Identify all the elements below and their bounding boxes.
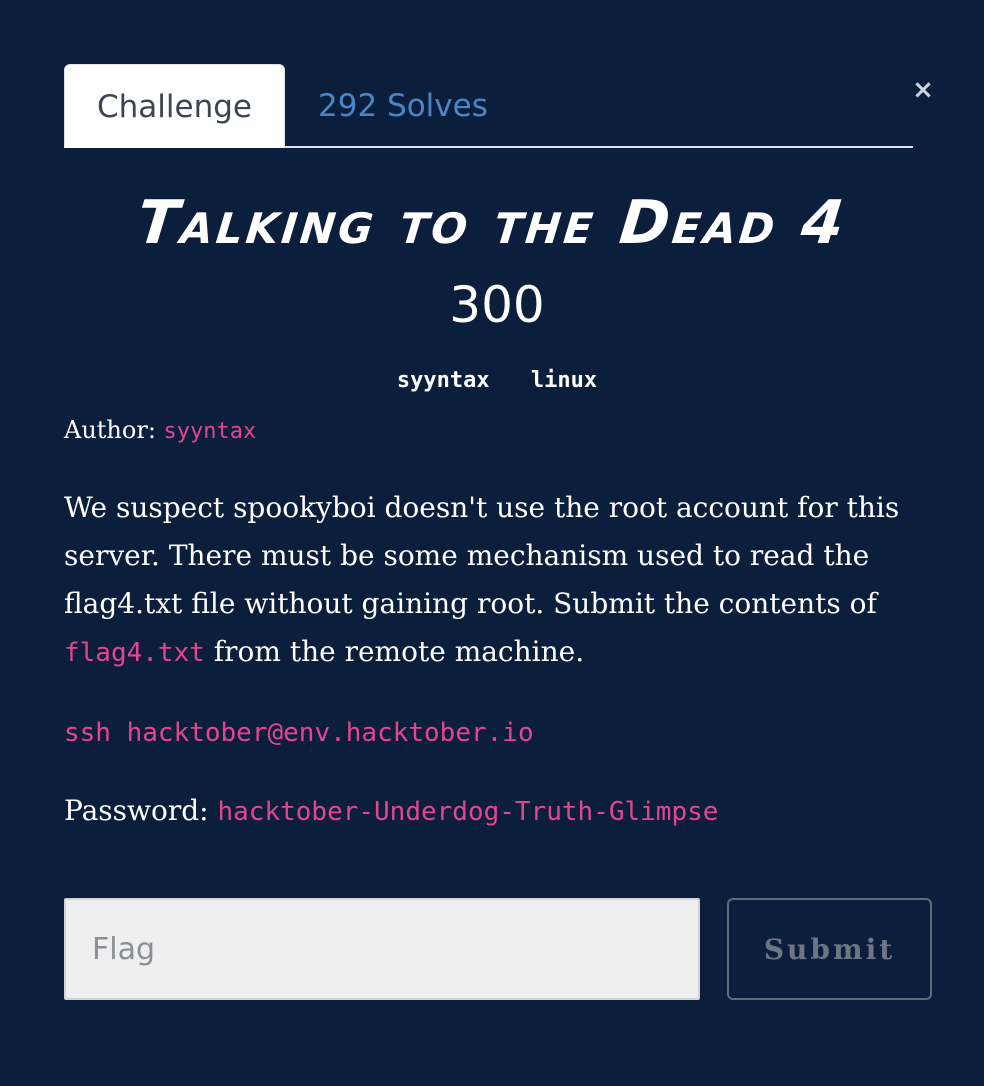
challenge-modal: Challenge 292 Solves × Talking to the De…: [0, 0, 984, 1086]
close-icon[interactable]: ×: [911, 77, 935, 103]
description-code: flag4.txt: [64, 638, 205, 668]
tag: linux: [530, 368, 598, 393]
author-line: Author: syyntax: [64, 414, 256, 448]
description-text: We suspect spookyboi doesn't use the roo…: [64, 491, 900, 620]
password-value: hacktober-Underdog-Truth-Glimpse: [217, 797, 719, 827]
challenge-tags: syyntax linux: [64, 364, 930, 398]
submit-button[interactable]: Submit: [727, 898, 932, 1000]
challenge-title: Talking to the Dead 4: [133, 188, 851, 258]
tab-challenge[interactable]: Challenge: [64, 64, 285, 148]
tab-solves-label: 292 Solves: [318, 88, 488, 124]
tab-bar: Challenge 292 Solves: [64, 64, 913, 148]
password-line: Password: hacktober-Underdog-Truth-Glimp…: [64, 790, 718, 833]
description-text-end: from the remote machine.: [204, 635, 585, 668]
password-label: Password:: [64, 794, 209, 827]
ssh-command: ssh hacktober@env.hacktober.io: [64, 718, 534, 748]
author-name: syyntax: [163, 419, 257, 444]
flag-input[interactable]: [64, 898, 700, 1000]
tab-challenge-label: Challenge: [97, 88, 252, 125]
tab-solves[interactable]: 292 Solves: [300, 64, 500, 148]
tag: syyntax: [396, 368, 490, 393]
challenge-points: 300: [449, 276, 545, 334]
challenge-description: We suspect spookyboi doesn't use the roo…: [64, 484, 920, 677]
author-label: Author:: [64, 416, 156, 444]
